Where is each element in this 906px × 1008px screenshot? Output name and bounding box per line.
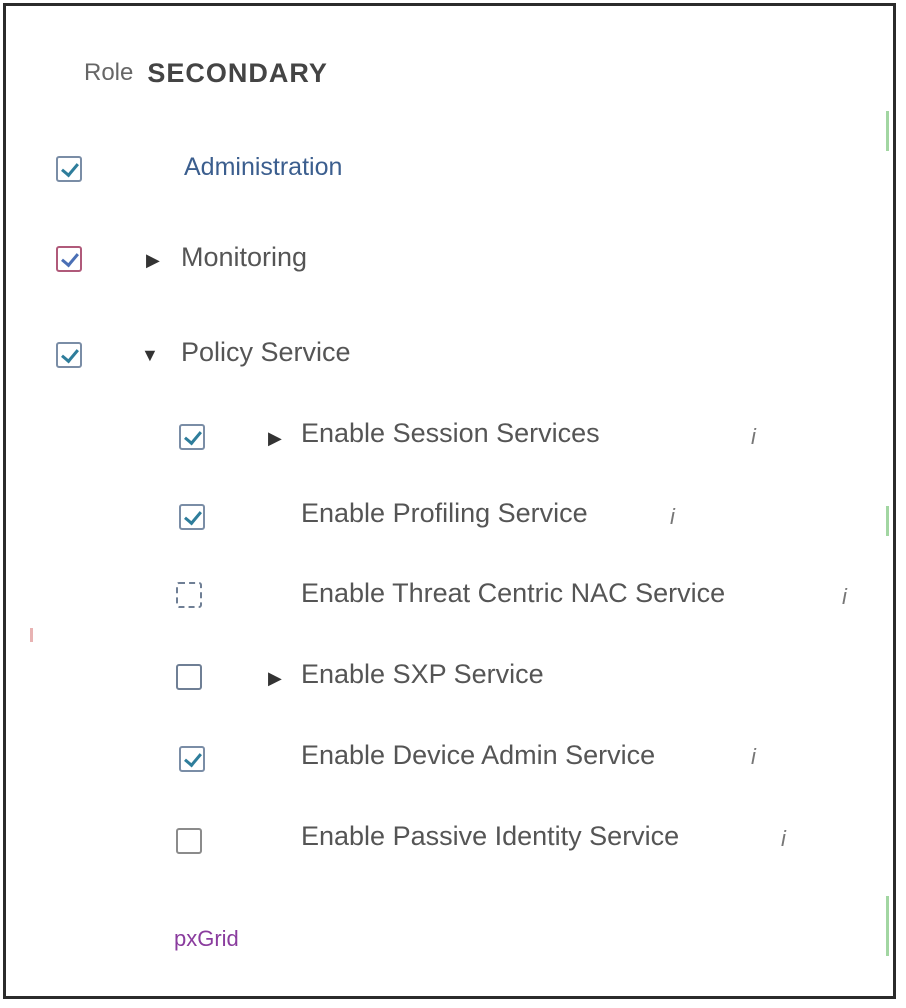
pxgrid-link[interactable]: pxGrid <box>174 926 239 952</box>
sxp-service-label: Enable SXP Service <box>301 659 544 689</box>
info-icon[interactable]: i <box>751 424 756 450</box>
right-accent <box>886 896 889 956</box>
policy-service-checkbox[interactable] <box>56 342 82 368</box>
right-accent <box>886 111 889 151</box>
role-value: SECONDARY <box>147 57 328 88</box>
node-services-panel: Role SECONDARY Administration ▶ Monitori… <box>3 3 896 999</box>
expand-right-icon[interactable]: ▶ <box>268 669 282 687</box>
threat-centric-nac-label: Enable Threat Centric NAC Service <box>301 578 726 608</box>
sxp-service-checkbox[interactable] <box>176 664 202 690</box>
profiling-service-label: Enable Profiling Service <box>301 498 588 528</box>
edge-mark <box>30 628 33 642</box>
passive-identity-checkbox[interactable] <box>176 828 202 854</box>
threat-centric-nac-checkbox[interactable] <box>176 582 202 608</box>
administration-label: Administration <box>184 153 343 181</box>
profiling-service-checkbox[interactable] <box>179 504 205 530</box>
info-icon[interactable]: i <box>781 826 786 852</box>
info-icon[interactable]: i <box>751 744 756 770</box>
expand-right-icon[interactable]: ▶ <box>146 251 160 269</box>
info-icon[interactable]: i <box>842 584 847 610</box>
passive-identity-label: Enable Passive Identity Service <box>301 821 680 851</box>
expand-down-icon[interactable]: ▼ <box>141 346 159 364</box>
device-admin-label: Enable Device Admin Service <box>301 740 656 770</box>
session-services-checkbox[interactable] <box>179 424 205 450</box>
role-label: Role <box>84 59 134 86</box>
expand-right-icon[interactable]: ▶ <box>268 429 282 447</box>
session-services-label: Enable Session Services <box>301 418 600 448</box>
right-accent <box>886 506 889 536</box>
device-admin-checkbox[interactable] <box>179 746 205 772</box>
info-icon[interactable]: i <box>670 504 675 530</box>
monitoring-label: Monitoring <box>181 242 308 272</box>
role-row: Role SECONDARY <box>84 56 328 90</box>
policy-service-label: Policy Service <box>181 337 351 367</box>
monitoring-checkbox[interactable] <box>56 246 82 272</box>
administration-checkbox[interactable] <box>56 156 82 182</box>
